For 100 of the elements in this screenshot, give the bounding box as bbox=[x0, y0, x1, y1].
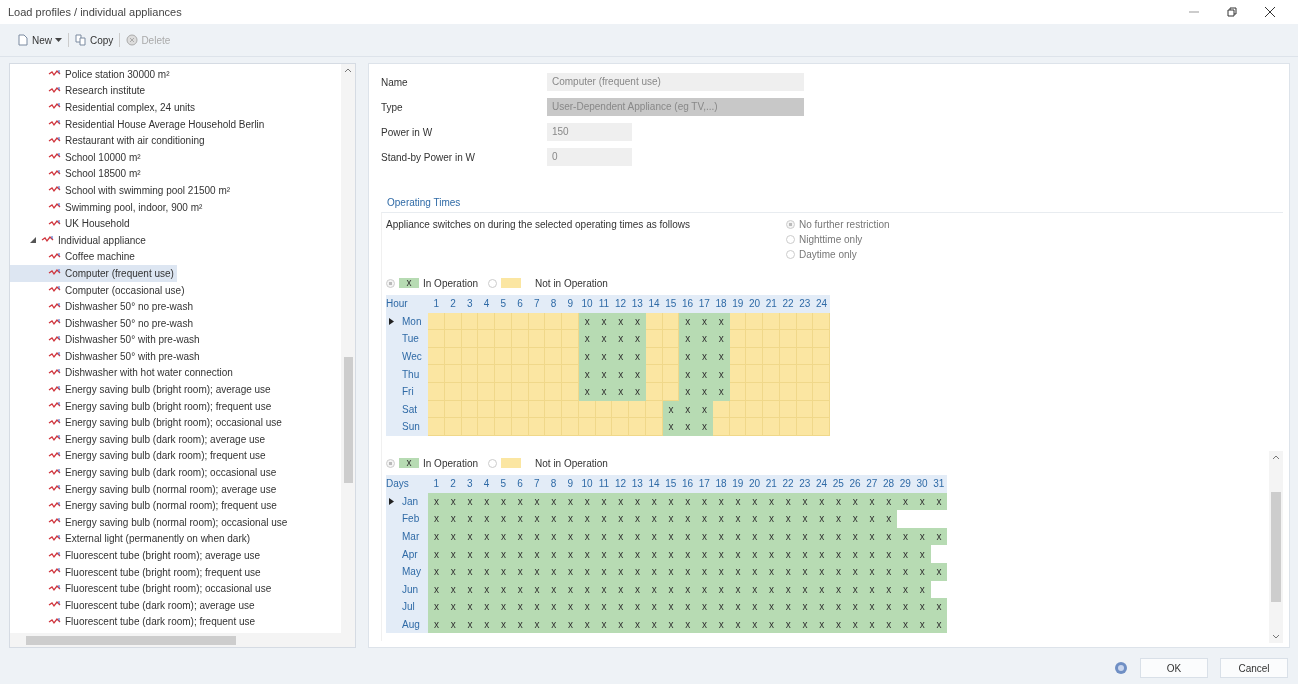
grid-cell[interactable]: x bbox=[428, 545, 445, 563]
legend-option[interactable]: Not in Operation bbox=[488, 277, 608, 289]
restore-icon[interactable] bbox=[1226, 6, 1238, 18]
close-icon[interactable] bbox=[1264, 6, 1276, 18]
scrollbar-thumb[interactable] bbox=[1271, 492, 1281, 602]
grid-cell[interactable]: x bbox=[880, 598, 897, 616]
grid-cell[interactable]: x bbox=[629, 510, 646, 528]
grid-cell[interactable]: x bbox=[428, 598, 445, 616]
scroll-up-icon[interactable] bbox=[344, 68, 352, 73]
scrollbar-thumb[interactable] bbox=[26, 635, 236, 645]
tree-item[interactable]: Fluorescent tube (bright room); occasional use bbox=[10, 580, 275, 597]
grid-cell[interactable]: x bbox=[545, 545, 562, 563]
scroll-up-icon[interactable] bbox=[1272, 455, 1280, 460]
grid-cell[interactable] bbox=[562, 330, 579, 348]
tree-item[interactable]: Fluorescent tube (bright room); average use bbox=[10, 547, 264, 564]
grid-cell[interactable]: x bbox=[746, 545, 763, 563]
tree-item[interactable]: Energy saving bulb (dark room); frequent use bbox=[10, 447, 269, 465]
tree-item[interactable]: Energy saving bulb (dark room); average use bbox=[10, 431, 269, 448]
grid-cell[interactable]: x bbox=[612, 330, 629, 348]
grid-cell[interactable]: x bbox=[478, 598, 495, 616]
grid-cell[interactable] bbox=[478, 365, 495, 383]
grid-cell[interactable]: x bbox=[679, 330, 696, 348]
tree-item[interactable]: Computer (frequent use) bbox=[10, 265, 177, 282]
grid-cell[interactable] bbox=[495, 365, 512, 383]
grid-cell[interactable] bbox=[763, 330, 780, 348]
grid-cell[interactable]: x bbox=[696, 598, 713, 616]
grid-cell[interactable]: x bbox=[545, 510, 562, 528]
grid-cell[interactable]: x bbox=[746, 510, 763, 528]
tree-item[interactable]: Energy saving bulb (bright room); frequent use bbox=[10, 397, 275, 415]
grid-cell[interactable]: x bbox=[696, 418, 713, 436]
radio-option[interactable]: Nighttime only bbox=[786, 234, 890, 245]
grid-cell[interactable]: x bbox=[612, 598, 629, 616]
tree-item[interactable]: Individual appliance bbox=[10, 231, 149, 249]
dialog-button[interactable]: Cancel bbox=[1220, 658, 1288, 678]
tree-item[interactable]: School with swimming pool 21500 m² bbox=[10, 182, 234, 199]
tree-item[interactable]: Dishwasher 50° with pre-wash bbox=[10, 348, 203, 365]
tree-item[interactable]: Energy saving bulb (bright room); average use bbox=[10, 381, 274, 398]
grid-cell[interactable] bbox=[545, 418, 562, 436]
grid-cell[interactable]: x bbox=[830, 598, 847, 616]
tree-item[interactable]: Fluorescent tube (dark room); frequent use bbox=[10, 613, 259, 631]
grid-cell[interactable]: x bbox=[897, 598, 914, 616]
toolbar-button[interactable]: Copy bbox=[72, 32, 117, 48]
grid-cell[interactable] bbox=[813, 330, 830, 348]
grid-cell[interactable]: x bbox=[679, 510, 696, 528]
grid-cell[interactable]: x bbox=[880, 545, 897, 563]
tree-item[interactable]: Dishwasher 50° with pre-wash bbox=[10, 331, 203, 349]
grid-cell[interactable]: x bbox=[478, 510, 495, 528]
expander-icon[interactable] bbox=[30, 237, 36, 244]
grid-cell[interactable]: x bbox=[696, 545, 713, 563]
grid-cell[interactable]: x bbox=[545, 598, 562, 616]
tree-item[interactable]: External light (permanently on when dark) bbox=[10, 530, 254, 548]
grid-cell[interactable]: x bbox=[830, 545, 847, 563]
grid-cell[interactable] bbox=[629, 418, 646, 436]
grid-cell[interactable] bbox=[562, 418, 579, 436]
grid-cell[interactable] bbox=[428, 365, 445, 383]
grid-cell[interactable]: x bbox=[629, 330, 646, 348]
grid-cell[interactable]: x bbox=[562, 510, 579, 528]
grid-cell[interactable]: x bbox=[495, 545, 512, 563]
tree-item[interactable]: Fluorescent tube (bright room); frequent use bbox=[10, 563, 264, 581]
legend-option[interactable]: x In Operation bbox=[386, 277, 479, 289]
tree-item[interactable]: Energy saving bulb (dark room); occasional use bbox=[10, 464, 280, 481]
grid-cell[interactable]: x bbox=[495, 510, 512, 528]
tree-item[interactable]: Computer (occasional use) bbox=[10, 281, 188, 299]
tree-item[interactable]: Energy saving bulb (normal room); occasional use bbox=[10, 514, 291, 531]
grid-cell[interactable]: x bbox=[478, 545, 495, 563]
scroll-down-icon[interactable] bbox=[1272, 634, 1280, 639]
grid-cell[interactable]: x bbox=[562, 545, 579, 563]
grid-cell[interactable]: x bbox=[495, 598, 512, 616]
radio-option[interactable]: No further restriction bbox=[786, 219, 890, 230]
tree-item[interactable]: Dishwasher 50° no pre-wash bbox=[10, 314, 196, 332]
tree-item[interactable]: School 18500 m² bbox=[10, 165, 144, 183]
grid-cell[interactable]: x bbox=[830, 510, 847, 528]
grid-cell[interactable] bbox=[495, 418, 512, 436]
vertical-scrollbar[interactable] bbox=[341, 64, 355, 633]
dialog-button[interactable]: OK bbox=[1140, 658, 1208, 678]
tree-item[interactable]: Restaurant with air conditioning bbox=[10, 132, 208, 149]
tree-item[interactable]: School 10000 m² bbox=[10, 148, 144, 166]
grid-cell[interactable]: x bbox=[763, 510, 780, 528]
grid-cell[interactable]: x bbox=[679, 418, 696, 436]
tree-item[interactable]: Fluorescent tube (dark room); average use bbox=[10, 597, 258, 614]
tree-item[interactable]: Energy saving bulb (bright room); occasional use bbox=[10, 414, 285, 432]
grid-cell[interactable]: x bbox=[612, 510, 629, 528]
grid-cell[interactable]: x bbox=[629, 365, 646, 383]
tree-item[interactable]: Swimming pool, indoor, 900 m² bbox=[10, 198, 206, 216]
grid-cell[interactable]: x bbox=[612, 365, 629, 383]
tree-item[interactable]: Research institute bbox=[10, 82, 149, 100]
grid-cell[interactable] bbox=[612, 418, 629, 436]
tree-item[interactable]: Residential complex, 24 units bbox=[10, 99, 199, 116]
grid-cell[interactable]: x bbox=[897, 527, 914, 546]
grid-cell[interactable]: x bbox=[897, 545, 914, 563]
grid-cell[interactable]: x bbox=[813, 510, 830, 528]
scrollbar-thumb[interactable] bbox=[343, 357, 353, 483]
grid-cell[interactable]: x bbox=[746, 598, 763, 616]
grid-cell[interactable]: x bbox=[428, 510, 445, 528]
radio-option[interactable]: Daytime only bbox=[786, 249, 890, 260]
grid-cell[interactable]: x bbox=[612, 545, 629, 563]
grid-cell[interactable]: x bbox=[629, 598, 646, 616]
legend-option[interactable]: Not in Operation bbox=[488, 457, 608, 469]
grid-cell[interactable]: x bbox=[880, 510, 897, 528]
tree-item[interactable]: Dishwasher with hot water connection bbox=[10, 364, 236, 382]
